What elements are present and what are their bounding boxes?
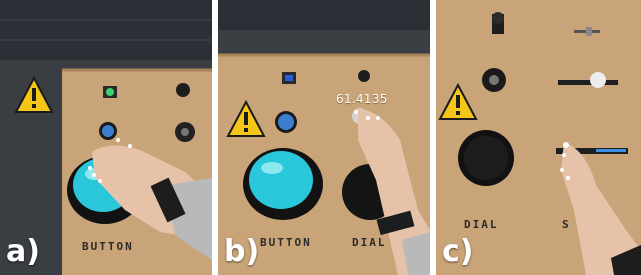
dial-value-overlay: 61.4135 (336, 92, 388, 106)
board-label-button: BUTTON (82, 240, 134, 253)
board-label-dial: DIAL (352, 236, 387, 249)
panel-b: 61.4135 BUTTON DIAL b) (218, 0, 430, 275)
panel-c-label: c) (442, 234, 474, 269)
figure-strip: BUTTON a) 61.4135 BUTTON DIAL b) DIAL S … (0, 0, 641, 275)
dial-icon (176, 83, 190, 97)
panel-a-label: a) (6, 234, 40, 269)
board-label-button: BUTTON (260, 236, 312, 249)
panel-a: BUTTON a) (0, 0, 212, 275)
board-label-dial: DIAL (464, 218, 499, 231)
board-label-slider: S (562, 218, 571, 231)
panel-b-label: b) (224, 234, 260, 269)
panel-c: DIAL S c) (436, 0, 641, 275)
